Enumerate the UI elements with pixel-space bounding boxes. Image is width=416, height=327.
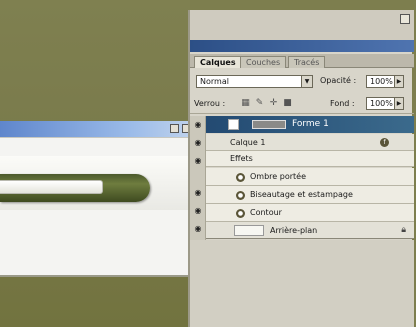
layer-row[interactable]: Calque 1 f <box>206 134 414 151</box>
lock-icon: 🔒︎ <box>401 225 406 235</box>
fill-label: Fond : <box>330 99 355 108</box>
eye-icon[interactable]: ● <box>236 173 245 182</box>
layer-name: Arrière-plan <box>270 226 318 235</box>
panel-title-bar[interactable] <box>190 40 414 52</box>
eye-icon[interactable]: ◉ <box>193 224 203 234</box>
effects-label: Effets <box>230 154 253 163</box>
eye-icon[interactable]: ● <box>236 209 245 218</box>
layer-name: Forme 1 <box>292 119 329 129</box>
eye-icon[interactable]: ◉ <box>193 120 203 130</box>
effect-item-bevel[interactable]: ● Biseautage et estampage <box>206 186 414 204</box>
shape-highlight <box>0 180 103 194</box>
fx-icon[interactable]: f <box>380 138 389 147</box>
layer-row-selected[interactable]: Forme 1 <box>206 116 414 133</box>
eye-icon[interactable]: ◉ <box>193 206 203 216</box>
layer-row-background[interactable]: Arrière-plan 🔒︎ <box>206 222 414 239</box>
panel-tabs: Calques Couches Tracés <box>190 54 414 68</box>
opacity-label: Opacité : <box>320 76 357 85</box>
opacity-value: 100% <box>370 77 393 86</box>
panel-footer <box>190 240 414 327</box>
effect-name: Contour <box>250 208 282 217</box>
opacity-field[interactable]: 100% ▶ <box>366 75 404 88</box>
layer-thumbnail <box>234 225 264 236</box>
vector-mask-thumbnail <box>252 120 286 129</box>
visibility-column: ◉ ◉ ◉ ◉ ◉ ◉ <box>190 116 206 246</box>
effect-name: Biseautage et estampage <box>250 190 353 199</box>
fill-value: 100% <box>370 99 393 108</box>
layer-name: Calque 1 <box>230 138 266 147</box>
chevron-right-icon[interactable]: ▶ <box>394 98 403 109</box>
tab-calques[interactable]: Calques <box>194 56 242 68</box>
effect-item-stroke[interactable]: ● Contour <box>206 204 414 222</box>
effect-name: Ombre portée <box>250 172 306 181</box>
effect-item-drop-shadow[interactable]: ● Ombre portée <box>206 168 414 186</box>
move-icon[interactable]: ✛ <box>268 98 279 109</box>
lock-label: Verrou : <box>194 99 226 108</box>
lock-transparency-icon[interactable]: ▦ <box>240 98 251 109</box>
lock-fill-row: Verrou : ▦ ✎ ✛ ■ Fond : 100% ▶ <box>190 94 414 114</box>
eye-icon[interactable]: ● <box>236 191 245 200</box>
blend-opacity-row: Normal ▼ Opacité : 100% ▶ <box>190 72 414 90</box>
effects-header[interactable]: Effets <box>206 151 414 167</box>
tab-couches[interactable]: Couches <box>240 56 287 68</box>
minimize-icon[interactable] <box>170 124 179 133</box>
eye-icon[interactable]: ◉ <box>193 156 203 166</box>
chevron-down-icon[interactable]: ▼ <box>301 76 312 87</box>
blend-mode-select[interactable]: Normal ▼ <box>196 75 313 88</box>
panel-header <box>190 10 414 40</box>
chevron-right-icon[interactable]: ▶ <box>394 76 403 87</box>
layers-panel: Calques Couches Tracés Normal ▼ Opacité … <box>188 10 414 327</box>
eye-icon[interactable]: ◉ <box>193 138 203 148</box>
document-canvas[interactable] <box>0 137 190 277</box>
blend-mode-value: Normal <box>200 77 229 86</box>
lock-icon[interactable]: ■ <box>282 98 293 109</box>
close-icon[interactable] <box>400 14 410 24</box>
brush-icon[interactable]: ✎ <box>254 98 265 109</box>
eye-icon[interactable]: ◉ <box>193 188 203 198</box>
layer-thumbnail <box>228 119 239 130</box>
tab-traces[interactable]: Tracés <box>288 56 326 68</box>
fill-field[interactable]: 100% ▶ <box>366 97 404 110</box>
